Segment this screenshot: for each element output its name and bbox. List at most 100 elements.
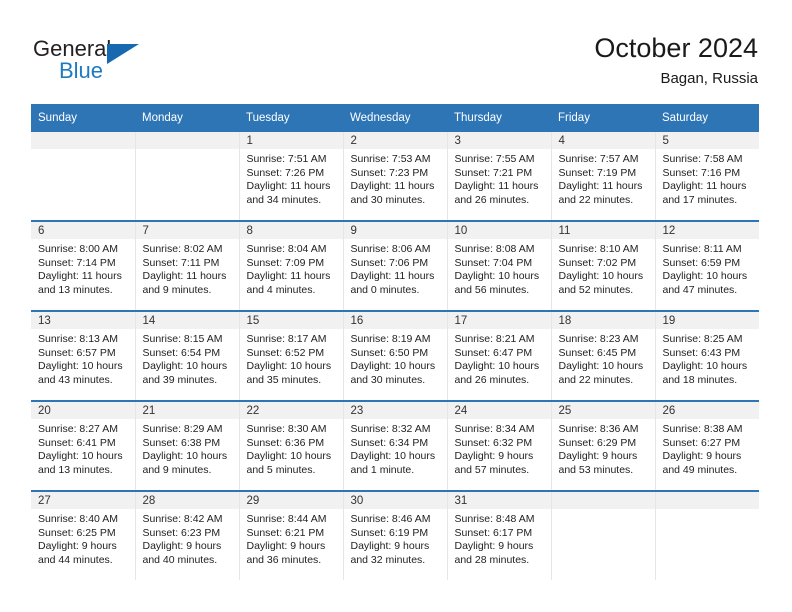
day-number: 23 (343, 402, 447, 419)
calendar-day-cell[interactable]: 24 Sunrise: 8:34 AM Sunset: 6:32 PM Dayligh… (447, 400, 552, 491)
sunset-text: Sunset: 6:59 PM (662, 256, 741, 269)
calendar-day: 31 Sunrise: 8:48 AM Sunset: 6:17 PM Dayligh… (447, 492, 551, 580)
calendar-day-cell[interactable]: 2 Sunrise: 7:53 AM Sunset: 7:23 PM Daylight… (343, 132, 448, 221)
day-details: Sunrise: 8:17 AM Sunset: 6:52 PM Daylight:… (240, 329, 343, 387)
calendar-day-cell[interactable]: 20 Sunrise: 8:27 AM Sunset: 6:41 PM Dayligh… (31, 400, 136, 491)
calendar-day: 4 Sunrise: 7:57 AM Sunset: 7:19 PM Daylight… (551, 132, 655, 220)
calendar-day: 28 Sunrise: 8:42 AM Sunset: 6:23 PM Dayligh… (135, 492, 239, 580)
calendar-day-cell[interactable] (551, 490, 656, 580)
day-number: 3 (447, 132, 551, 149)
sunrise-text: Sunrise: 8:00 AM (38, 243, 118, 255)
sunset-text: Sunset: 7:04 PM (454, 256, 533, 269)
calendar-day-cell[interactable]: 7 Sunrise: 8:02 AM Sunset: 7:11 PM Daylight… (135, 220, 240, 311)
calendar-day-cell[interactable]: 3 Sunrise: 7:55 AM Sunset: 7:21 PM Daylight… (447, 132, 552, 221)
day-number (135, 132, 239, 149)
sunset-text: Sunset: 7:14 PM (38, 256, 116, 269)
day-details: Sunrise: 7:53 AM Sunset: 7:23 PM Daylight:… (344, 149, 447, 207)
day-number: 16 (343, 312, 447, 329)
weekday-header-friday: Friday (551, 104, 655, 132)
calendar-day-cell[interactable]: 21 Sunrise: 8:29 AM Sunset: 6:38 PM Dayligh… (135, 400, 240, 491)
daylight-text: Daylight: 10 hours and 47 minutes. (662, 270, 748, 296)
calendar-day-cell[interactable]: 26 Sunrise: 8:38 AM Sunset: 6:27 PM Dayligh… (655, 400, 759, 491)
sunrise-text: Sunrise: 8:13 AM (38, 333, 118, 345)
day-details: Sunrise: 8:19 AM Sunset: 6:50 PM Daylight:… (344, 329, 447, 387)
day-number: 6 (31, 222, 135, 239)
day-details: Sunrise: 8:34 AM Sunset: 6:32 PM Daylight:… (448, 419, 551, 477)
sunrise-text: Sunrise: 8:04 AM (246, 243, 327, 255)
calendar-day-cell[interactable]: 6 Sunrise: 8:00 AM Sunset: 7:14 PM Daylight… (31, 220, 136, 311)
calendar-day-cell[interactable]: 12 Sunrise: 8:11 AM Sunset: 6:59 PM Dayligh… (655, 220, 759, 311)
calendar-day-cell[interactable]: 9 Sunrise: 8:06 AM Sunset: 7:06 PM Daylight… (343, 220, 448, 311)
calendar-day-cell[interactable]: 28 Sunrise: 8:42 AM Sunset: 6:23 PM Dayligh… (135, 490, 240, 580)
calendar-week-row: 6 Sunrise: 8:00 AM Sunset: 7:14 PM Daylight… (31, 220, 759, 311)
calendar-day: 30 Sunrise: 8:46 AM Sunset: 6:19 PM Dayligh… (343, 492, 447, 580)
sunset-text: Sunset: 6:43 PM (662, 346, 741, 359)
calendar-day-cell[interactable]: 15 Sunrise: 8:17 AM Sunset: 6:52 PM Dayligh… (239, 310, 344, 401)
calendar-day-cell[interactable]: 30 Sunrise: 8:46 AM Sunset: 6:19 PM Dayligh… (343, 490, 448, 580)
calendar-day-cell[interactable]: 16 Sunrise: 8:19 AM Sunset: 6:50 PM Dayligh… (343, 310, 448, 401)
day-details: Sunrise: 8:29 AM Sunset: 6:38 PM Daylight:… (136, 419, 239, 477)
calendar-day-cell[interactable]: 25 Sunrise: 8:36 AM Sunset: 6:29 PM Dayligh… (551, 400, 656, 491)
calendar-day-cell[interactable]: 11 Sunrise: 8:10 AM Sunset: 7:02 PM Dayligh… (551, 220, 656, 311)
weekday-header-monday: Monday (135, 104, 239, 132)
sunset-text: Sunset: 6:21 PM (246, 526, 325, 539)
calendar-day-cell[interactable]: 23 Sunrise: 8:32 AM Sunset: 6:34 PM Dayligh… (343, 400, 448, 491)
calendar-day-cell[interactable]: 22 Sunrise: 8:30 AM Sunset: 6:36 PM Dayligh… (239, 400, 344, 491)
page-header: General Blue October 2024 Bagan, Russia (0, 0, 792, 100)
sunset-text: Sunset: 6:47 PM (454, 346, 533, 359)
calendar-day-cell[interactable]: 10 Sunrise: 8:08 AM Sunset: 7:04 PM Dayligh… (447, 220, 552, 311)
sunrise-text: Sunrise: 8:30 AM (246, 423, 327, 435)
calendar-day-cell[interactable]: 13 Sunrise: 8:13 AM Sunset: 6:57 PM Dayligh… (31, 310, 136, 401)
sunrise-text: Sunrise: 7:57 AM (558, 153, 639, 165)
sunset-text: Sunset: 7:16 PM (662, 166, 741, 179)
sunset-text: Sunset: 6:54 PM (142, 346, 221, 359)
daylight-text: Daylight: 10 hours and 9 minutes. (142, 450, 228, 476)
calendar-day-cell[interactable]: 29 Sunrise: 8:44 AM Sunset: 6:21 PM Dayligh… (239, 490, 344, 580)
calendar-day-cell[interactable] (655, 490, 759, 580)
sunset-text: Sunset: 6:17 PM (454, 526, 533, 539)
calendar-week-row: 1 Sunrise: 7:51 AM Sunset: 7:26 PM Daylight… (31, 132, 759, 221)
calendar-day-cell[interactable]: 31 Sunrise: 8:48 AM Sunset: 6:17 PM Dayligh… (447, 490, 552, 580)
sunset-text: Sunset: 6:50 PM (350, 346, 429, 359)
sunrise-text: Sunrise: 7:58 AM (662, 153, 743, 165)
day-number (551, 492, 655, 509)
calendar-page: General Blue October 2024 Bagan, Russia … (0, 0, 792, 612)
daylight-text: Daylight: 9 hours and 49 minutes. (662, 450, 742, 476)
calendar-day: 29 Sunrise: 8:44 AM Sunset: 6:21 PM Dayligh… (239, 492, 343, 580)
day-number (31, 132, 135, 149)
day-details: Sunrise: 7:58 AM Sunset: 7:16 PM Daylight:… (656, 149, 760, 207)
day-details: Sunrise: 7:51 AM Sunset: 7:26 PM Daylight:… (240, 149, 343, 207)
calendar-day-cell[interactable]: 8 Sunrise: 8:04 AM Sunset: 7:09 PM Daylight… (239, 220, 344, 311)
calendar-day-cell[interactable]: 5 Sunrise: 7:58 AM Sunset: 7:16 PM Daylight… (655, 132, 759, 221)
sunset-text: Sunset: 6:19 PM (350, 526, 429, 539)
daylight-text: Daylight: 10 hours and 35 minutes. (246, 360, 332, 386)
calendar-day-cell[interactable]: 14 Sunrise: 8:15 AM Sunset: 6:54 PM Dayligh… (135, 310, 240, 401)
daylight-text: Daylight: 11 hours and 30 minutes. (350, 180, 435, 206)
calendar-day-empty (655, 492, 759, 580)
sunrise-text: Sunrise: 8:36 AM (558, 423, 639, 435)
sunrise-text: Sunrise: 8:11 AM (662, 243, 742, 255)
sunrise-text: Sunrise: 8:48 AM (454, 513, 535, 525)
calendar-day-cell[interactable] (135, 132, 240, 221)
sunrise-text: Sunrise: 8:08 AM (454, 243, 535, 255)
sunrise-text: Sunrise: 8:29 AM (142, 423, 223, 435)
calendar-day-cell[interactable]: 1 Sunrise: 7:51 AM Sunset: 7:26 PM Daylight… (239, 132, 344, 221)
calendar-day-cell[interactable]: 27 Sunrise: 8:40 AM Sunset: 6:25 PM Dayligh… (31, 490, 136, 580)
calendar-day-cell[interactable]: 17 Sunrise: 8:21 AM Sunset: 6:47 PM Dayligh… (447, 310, 552, 401)
sunrise-text: Sunrise: 8:17 AM (246, 333, 327, 345)
sunrise-text: Sunrise: 7:51 AM (246, 153, 327, 165)
daylight-text: Daylight: 10 hours and 5 minutes. (246, 450, 332, 476)
weekday-header-thursday: Thursday (447, 104, 551, 132)
sunrise-text: Sunrise: 8:38 AM (662, 423, 743, 435)
generalblue-logo[interactable]: General Blue (33, 36, 213, 88)
calendar-day-cell[interactable]: 19 Sunrise: 8:25 AM Sunset: 6:43 PM Dayligh… (655, 310, 759, 401)
sunrise-text: Sunrise: 8:15 AM (142, 333, 223, 345)
day-number: 25 (551, 402, 655, 419)
calendar-day-cell[interactable]: 4 Sunrise: 7:57 AM Sunset: 7:19 PM Daylight… (551, 132, 656, 221)
day-number: 21 (135, 402, 239, 419)
day-number: 7 (135, 222, 239, 239)
weekday-header-sunday: Sunday (31, 104, 135, 132)
daylight-text: Daylight: 11 hours and 4 minutes. (246, 270, 331, 296)
calendar-day-cell[interactable] (31, 132, 136, 221)
calendar-day-cell[interactable]: 18 Sunrise: 8:23 AM Sunset: 6:45 PM Dayligh… (551, 310, 656, 401)
